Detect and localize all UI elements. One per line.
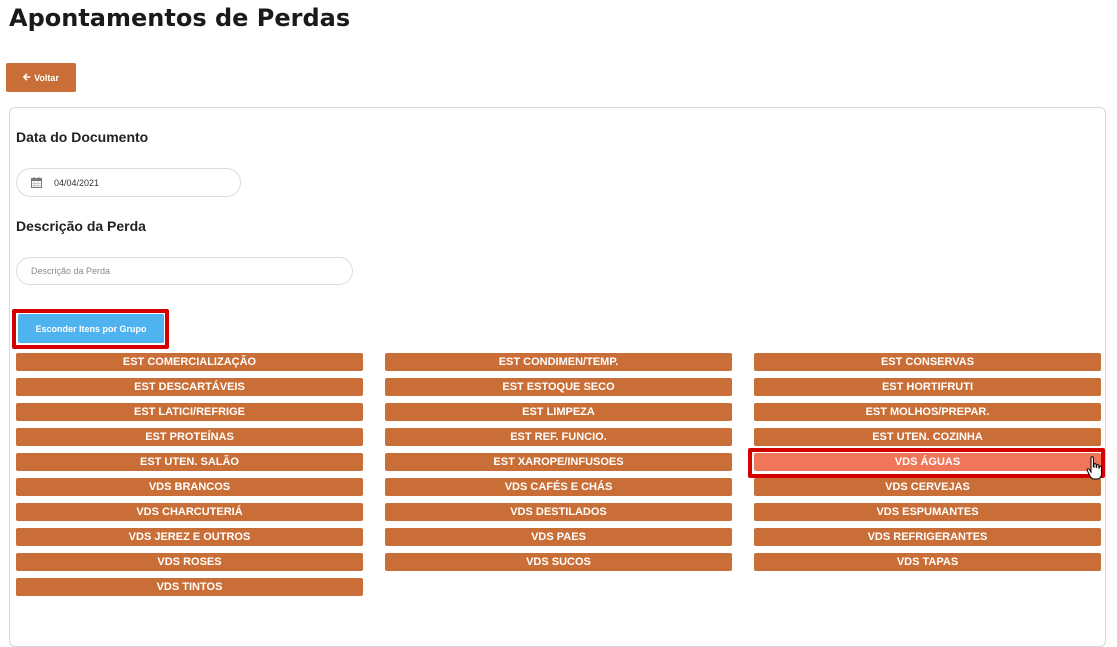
group-button[interactable]: EST PROTEÍNAS [16, 428, 363, 446]
group-button[interactable]: VDS PAES [385, 528, 732, 546]
group-button[interactable]: VDS TINTOS [16, 578, 363, 596]
group-button[interactable]: VDS ROSES [16, 553, 363, 571]
group-button[interactable]: EST HORTIFRUTI [754, 378, 1101, 396]
calendar-icon [31, 177, 42, 188]
group-button[interactable]: VDS TAPAS [754, 553, 1101, 571]
group-button[interactable]: VDS BRANCOS [16, 478, 363, 496]
date-field[interactable]: 04/04/2021 [16, 168, 241, 197]
group-button[interactable]: EST UTEN. COZINHA [754, 428, 1101, 446]
group-button[interactable]: VDS SUCOS [385, 553, 732, 571]
date-label: Data do Documento [16, 129, 149, 145]
group-button[interactable]: VDS ÁGUAS [754, 453, 1101, 471]
back-button-label: Voltar [34, 72, 59, 83]
group-button[interactable]: VDS ESPUMANTES [754, 503, 1101, 521]
group-button[interactable]: EST CONDIMEN/TEMP. [385, 353, 732, 371]
group-button[interactable]: EST MOLHOS/PREPAR. [754, 403, 1101, 421]
group-button[interactable]: EST ESTOQUE SECO [385, 378, 732, 396]
back-button[interactable]: Voltar [6, 63, 76, 92]
date-value: 04/04/2021 [54, 177, 100, 188]
hide-items-by-group-button[interactable]: Esconder Itens por Grupo [18, 314, 164, 343]
group-button[interactable]: EST COMERCIALIZAÇÃO [16, 353, 363, 371]
group-button[interactable]: VDS REFRIGERANTES [754, 528, 1101, 546]
description-label: Descrição da Perda [16, 218, 146, 234]
group-button[interactable]: EST LATICI/REFRIGE [16, 403, 363, 421]
group-button[interactable]: VDS DESTILADOS [385, 503, 732, 521]
group-button[interactable]: EST XAROPE/INFUSOES [385, 453, 732, 471]
page-title: Apontamentos de Perdas [9, 4, 351, 32]
group-button[interactable]: EST CONSERVAS [754, 353, 1101, 371]
group-button[interactable]: VDS CERVEJAS [754, 478, 1101, 496]
group-button[interactable]: VDS CAFÉS E CHÁS [385, 478, 732, 496]
description-input[interactable] [16, 257, 353, 285]
group-button[interactable]: VDS JEREZ E OUTROS [16, 528, 363, 546]
hand-cursor-icon [1086, 456, 1104, 482]
arrow-left-icon [22, 72, 31, 83]
group-button[interactable]: VDS CHARCUTERIÁ [16, 503, 363, 521]
group-button[interactable]: EST LIMPEZA [385, 403, 732, 421]
group-button[interactable]: EST UTEN. SALÃO [16, 453, 363, 471]
group-buttons-grid: EST COMERCIALIZAÇÃO EST CONDIMEN/TEMP. EST… [16, 353, 1101, 596]
group-button[interactable]: EST REF. FUNCIO. [385, 428, 732, 446]
group-button[interactable]: EST DESCARTÁVEIS [16, 378, 363, 396]
